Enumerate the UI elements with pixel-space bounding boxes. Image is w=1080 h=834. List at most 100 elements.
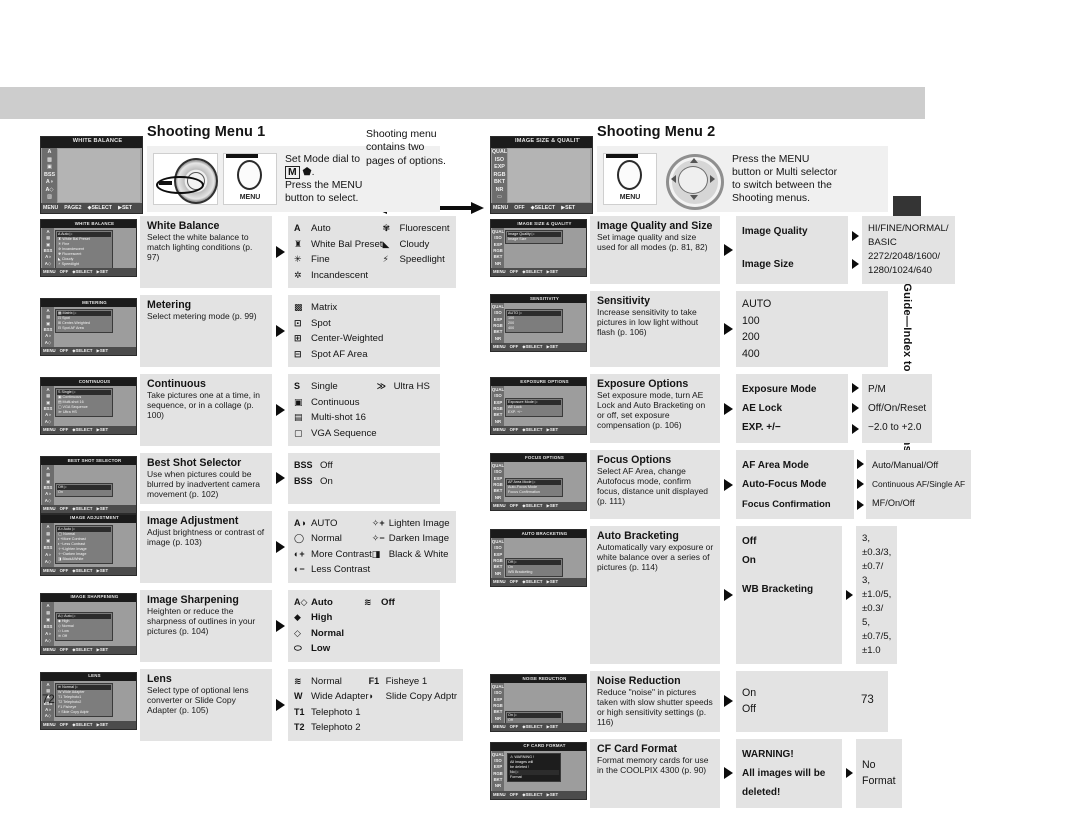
option-item: ◗ Slide Copy Adptr bbox=[368, 691, 458, 703]
entry-metering: METERING A ▩ ▣ BSS A◑ A◇ ▩ Matrix ▷ ⊡ Spot ⊞ Ce… bbox=[40, 295, 440, 367]
option-value: Auto/Manual/Off bbox=[872, 460, 939, 470]
option-item: T1 Telephoto 1 bbox=[294, 706, 361, 718]
flow-arrow-icon bbox=[272, 216, 288, 288]
flow-arrow-icon bbox=[272, 511, 288, 583]
option-item: ◆ High bbox=[294, 612, 333, 624]
entry-name: Noise Reduction bbox=[597, 675, 681, 687]
lcd-thumb-list: AF Area Mode ▷ Auto-Focus Mode Focus Confi… bbox=[505, 478, 563, 497]
option-item: T2 Telephoto 2 bbox=[294, 722, 361, 734]
lcd-thumb-list: S Single ▷ ▣ Continuous ▤ Multi-shot 16 ▢ V… bbox=[55, 388, 113, 417]
option-value: −2.0 to +2.0 bbox=[868, 422, 922, 433]
entry-sensitivity: SENSITIVITY QUAL ISO EXP RGB BKT NR AUTO ▷ 100… bbox=[490, 291, 888, 367]
lcd-thumb-list: ▩ Matrix ▷ ⊡ Spot ⊞ Center-Weighted ⊟ Spot … bbox=[55, 309, 113, 333]
option-value: 1280/1024/640 bbox=[868, 265, 933, 276]
entry-description: Focus Options Select AF Area, change Aut… bbox=[590, 450, 720, 519]
entry-options: A◇ Auto ◆ High ◇ Normal ⬭ Low ≋ Off bbox=[288, 589, 440, 662]
lcd-thumb-title: IMAGE ADJUSTMENT bbox=[70, 515, 119, 521]
lcd-thumb-title: METERING bbox=[82, 299, 107, 305]
option-item: ⊞ Center-Weighted bbox=[294, 333, 384, 344]
entry-options-stage2: 3, ±0.3/3, ±0.7/ 3, ±1.0/5, ±0.3/ 5, ±0.… bbox=[856, 526, 898, 664]
continuous-continuous-icon: ▣ bbox=[294, 396, 303, 407]
entry-desc-text: Take pictures one at a time, in sequence… bbox=[147, 390, 260, 420]
entry-name: Sensitivity bbox=[597, 295, 650, 307]
menu-button-illustration: MENU bbox=[603, 153, 657, 205]
lens-normal-icon: ≋ bbox=[294, 675, 302, 686]
entry-description: Exposure Options Set exposure mode, turn… bbox=[590, 374, 720, 443]
flow-arrow-icon bbox=[856, 499, 864, 510]
entry-name: CF Card Format bbox=[597, 742, 678, 755]
option-item: Exposure Mode bbox=[742, 384, 817, 395]
entry-options-stage1: Image Quality Image Size bbox=[736, 216, 848, 284]
flow-arrow-icon bbox=[720, 526, 736, 664]
option-value: 5, ±0.7/5, ±1.0 bbox=[862, 617, 892, 656]
flow-arrow-icon bbox=[720, 671, 736, 732]
entry-best-shot-selector: BEST SHOT SELECTOR A ▩ ▣ BSS A◑ A◇ Off ▷ On ME… bbox=[40, 453, 440, 514]
metering-matrix-icon: ▩ bbox=[294, 302, 303, 312]
lens-telephoto2-icon: T2 bbox=[294, 722, 305, 733]
lcd-thumb-title: LENS bbox=[88, 673, 101, 679]
lcd-rail: A ▩ ▣ BSS A◑ A◇ ▨ bbox=[42, 148, 57, 203]
stage-arrows bbox=[848, 374, 862, 443]
adjust-more-contrast-icon: ◐+ bbox=[294, 548, 305, 559]
option-item: Off bbox=[742, 536, 757, 547]
lcd-thumb-white-balance: WHITE BALANCE A ▩ ▣ BSS A◑ A◇ A Auto ▷ ♜ White… bbox=[40, 219, 137, 277]
option-item: ✳ Fine bbox=[294, 254, 330, 265]
entry-auto-bracketing: AUTO BRACKETING QUAL ISO EXP RGB BKT NR Off ▷… bbox=[490, 526, 898, 664]
option-item: ✲ Incandescent bbox=[294, 269, 369, 281]
entry-name: Focus Options bbox=[597, 454, 672, 466]
entry-name: Lens bbox=[147, 672, 172, 685]
entry-desc-text: Use when pictures could be blurred by in… bbox=[147, 469, 260, 499]
flow-arrow-icon bbox=[845, 768, 853, 779]
instruction-line-2: M ⬟. bbox=[285, 166, 362, 179]
option-item: 200 bbox=[742, 331, 760, 343]
sharpen-off-icon: ≋ bbox=[364, 596, 372, 607]
option-item: ≫ Ultra HS bbox=[376, 381, 430, 392]
option-value: P/M bbox=[868, 384, 886, 395]
flow-arrow-icon bbox=[720, 216, 736, 284]
wb-cloudy-icon: ◣ bbox=[382, 238, 390, 249]
lcd-thumb-list: ≋ Normal ▷ W Wide Adapter T1 Telephoto1 T2 … bbox=[55, 682, 113, 717]
lcd-thumb-title: CONTINUOUS bbox=[78, 378, 111, 384]
option-item: S Single bbox=[294, 381, 338, 392]
flow-arrow-icon bbox=[272, 590, 288, 662]
entry-noise-reduction: NOISE REDUCTION QUAL ISO EXP RGB BKT NR On ▷ O… bbox=[490, 671, 888, 732]
flow-arrow-icon bbox=[720, 739, 736, 808]
right-instruction-box: MENU Press the MENU button or Multi sele… bbox=[597, 146, 888, 212]
lcd-thumb-list: A◇ Auto ▷ ◆ High ◇ Normal ⬭ Low ≋ Off bbox=[55, 611, 113, 641]
entry-options-stage2: HI/FINE/NORMAL/ BASIC 2272/2048/1600/ 12… bbox=[862, 216, 955, 284]
lcd-preview-white-balance: WHITE BALANCE A ▩ ▣ BSS A◑ A◇ ▨ MENU PAGE2 ◆SELE… bbox=[40, 136, 143, 214]
lcd-footer: MENU PAGE2 ◆SELECT ▶SET bbox=[41, 203, 142, 213]
wb-incandescent-icon: ✲ bbox=[294, 269, 302, 280]
option-item: ▤ Multi-shot 16 bbox=[294, 412, 366, 423]
flow-arrow-icon bbox=[856, 479, 864, 490]
wb-preset-icon: ♜ bbox=[294, 238, 303, 249]
page-number-left: 72 bbox=[42, 694, 55, 706]
lens-slide-copy-icon: ◗ bbox=[368, 691, 375, 702]
flow-arrow-icon bbox=[272, 453, 288, 504]
lcd-thumb-auto-bracketing: AUTO BRACKETING QUAL ISO EXP RGB BKT NR Off ▷… bbox=[490, 529, 587, 587]
adjust-auto-icon: A◑ bbox=[294, 517, 306, 528]
option-item: AF Area Mode bbox=[742, 460, 809, 471]
entry-lens: LENS A ▩ ▣ BSS A◑ A◇ ≋ Normal ▷ W Wide Adapter… bbox=[40, 668, 464, 741]
metering-spot-icon: ⊡ bbox=[294, 317, 302, 328]
flow-arrow-icon bbox=[845, 590, 853, 600]
lcd-preview-image-size-quality: IMAGE SIZE & QUALITY QUAL ISO EXP RGB BKT NR ▭… bbox=[490, 136, 593, 214]
option-value: BASIC bbox=[868, 237, 897, 248]
entry-white-balance: WHITE BALANCE A ▩ ▣ BSS A◑ A◇ A Auto ▷ ♜ White… bbox=[40, 216, 456, 288]
lcd-title: WHITE BALANCE bbox=[72, 138, 123, 144]
wb-fine-icon: ✳ bbox=[294, 254, 302, 264]
shooting-menu-1-leaf: WHITE BALANCE A ▩ ▣ BSS A◑ A◇ ▨ MENU PAGE2 ◆SELE… bbox=[40, 124, 464, 748]
entry-description: Sensitivity Increase sensitivity to take… bbox=[590, 291, 720, 367]
entry-cf-card-format: CF CARD FORMAT QUAL ISO EXP RGB BKT NR ⚠ WARN… bbox=[490, 738, 902, 808]
entry-name: Image Adjustment bbox=[147, 514, 239, 527]
lcd-thumb-list: AUTO ▷ 100 200 400 bbox=[505, 309, 563, 333]
option-value: 3, ±0.3/3, ±0.7/ bbox=[862, 533, 892, 572]
entry-options-stage2: No Format bbox=[856, 738, 902, 808]
flow-arrow-icon bbox=[851, 423, 859, 434]
lcd-thumb-list: A◑ Auto ▷ ◯ Normal ◐+More Contrast ◐−Less C… bbox=[55, 524, 113, 564]
instruction-line-3: to switch between the bbox=[732, 180, 832, 191]
option-item: EXP. +/− bbox=[742, 422, 781, 433]
option-item: BSS Off bbox=[294, 460, 333, 471]
right-page-header: IMAGE SIZE & QUALITY QUAL ISO EXP RGB BKT NR ▭… bbox=[490, 124, 888, 216]
entry-name: White Balance bbox=[147, 220, 220, 232]
